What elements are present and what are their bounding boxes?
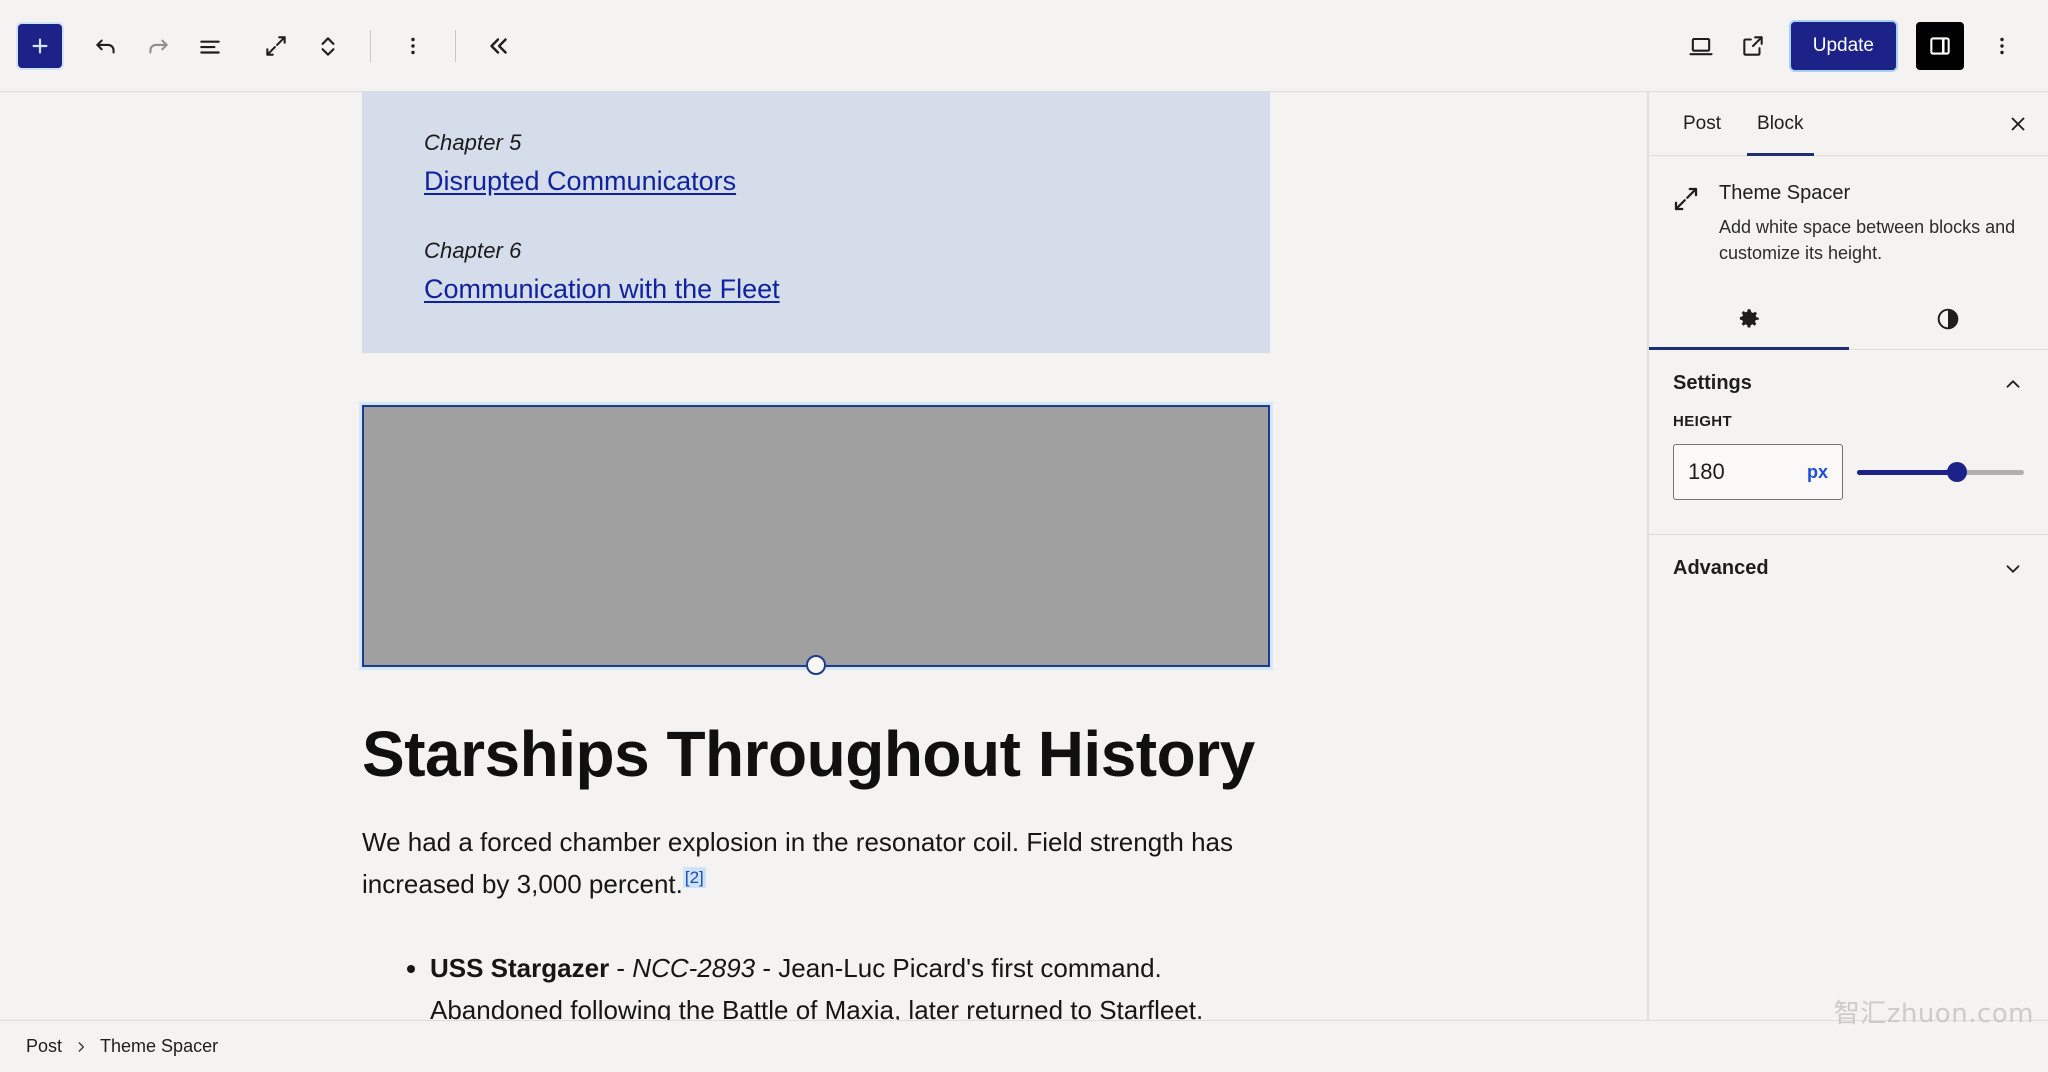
block-info-card: Theme Spacer Add white space between blo…: [1649, 156, 2048, 288]
editor-footer: Post Theme Spacer: [0, 1020, 2048, 1072]
list-item-sep: -: [609, 952, 633, 983]
breadcrumb-separator: [70, 1040, 92, 1054]
plus-icon: [32, 37, 48, 54]
chevron-up-icon: [2006, 379, 2020, 388]
diagonal-arrows-icon: [266, 35, 286, 56]
spacer-resize-handle[interactable]: [806, 655, 826, 675]
post-content-column: Chapter 5 Disrupted Communicators Chapte…: [359, 92, 1273, 1020]
tab-styles[interactable]: [1849, 288, 2048, 349]
list-item-designation: NCC-2893: [632, 952, 756, 983]
editor-canvas[interactable]: Chapter 5 Disrupted Communicators Chapte…: [0, 92, 1647, 1020]
toolbar-right-group: Update: [1677, 21, 2026, 70]
undo-button[interactable]: [82, 22, 130, 70]
table-of-contents-block[interactable]: Chapter 5 Disrupted Communicators Chapte…: [362, 92, 1270, 353]
tab-settings[interactable]: [1649, 288, 1849, 351]
block-editor-app: Update Chapter 5 Disrupted Communicators…: [0, 0, 2048, 1072]
toc-link[interactable]: Disrupted Communicators: [424, 161, 736, 202]
theme-spacer-icon: [1671, 184, 1701, 214]
height-field-label: HEIGHT: [1673, 413, 1733, 431]
preview-device-button[interactable]: [1677, 22, 1725, 70]
editor-body: Chapter 5 Disrupted Communicators Chapte…: [0, 92, 2048, 1020]
height-input-value: 180: [1688, 459, 1725, 485]
toolbar-divider-2: [455, 29, 456, 62]
height-slider[interactable]: [1857, 459, 2024, 485]
toc-entry: Chapter 5 Disrupted Communicators: [424, 126, 1208, 202]
settings-panel-header[interactable]: Settings: [1649, 350, 2048, 413]
block-info-text: Theme Spacer Add white space between blo…: [1719, 182, 2019, 266]
list-view-button[interactable]: [186, 22, 234, 70]
height-unit-select[interactable]: px: [1807, 462, 1828, 483]
advanced-panel-title: Advanced: [1673, 557, 1769, 580]
close-sidebar-button[interactable]: [1996, 102, 2040, 146]
vertical-dots-icon: [2000, 37, 2004, 54]
slider-fill: [1857, 469, 1958, 475]
close-x-icon: [2011, 117, 2025, 130]
sidebar-panel-icon: [1930, 36, 1950, 55]
update-button[interactable]: Update: [1790, 21, 1896, 70]
view-post-button[interactable]: [1729, 22, 1777, 70]
toc-spacer: [424, 202, 1208, 234]
add-block-button[interactable]: [18, 23, 62, 68]
diagonal-arrows-icon: [1674, 187, 1698, 211]
gear-icon: [1739, 308, 1759, 328]
slider-thumb[interactable]: [1947, 462, 1968, 483]
list-item-title: USS Stargazer: [430, 952, 610, 983]
block-description: Add white space between blocks and custo…: [1719, 217, 2016, 263]
editor-canvas-wrapper: Chapter 5 Disrupted Communicators Chapte…: [0, 92, 1648, 1020]
redo-arrow-icon: [149, 39, 168, 54]
advanced-panel: Advanced: [1649, 535, 2048, 598]
chevron-up-down-icon: [321, 36, 335, 56]
move-block-updown-button[interactable]: [304, 22, 352, 70]
desktop-device-icon: [1689, 37, 1713, 55]
toolbar-left-group: [14, 22, 522, 70]
paragraph-text: We had a forced chamber explosion in the…: [362, 826, 1233, 899]
collapse-toolbar-button[interactable]: [474, 22, 522, 70]
editor-more-options-button[interactable]: [1978, 22, 2026, 70]
block-title: Theme Spacer: [1719, 182, 1851, 204]
external-link-icon: [1743, 35, 1763, 56]
toc-entry: Chapter 6 Communication with the Fleet: [424, 234, 1208, 310]
toolbar-divider-1: [370, 29, 371, 62]
tab-block[interactable]: Block: [1739, 92, 1821, 156]
contrast-half-circle-icon: [1937, 308, 1959, 329]
expand-block-button[interactable]: [252, 22, 300, 70]
undo-arrow-icon: [96, 39, 115, 54]
page-title[interactable]: Starships Throughout History: [362, 718, 1270, 791]
toc-link[interactable]: Communication with the Fleet: [424, 269, 780, 310]
block-options-button[interactable]: [389, 22, 437, 70]
sidebar-tab-bar: Post Block: [1649, 92, 2048, 156]
footnote-reference[interactable]: [2]: [682, 867, 706, 889]
breadcrumb-theme-spacer[interactable]: Theme Spacer: [92, 1032, 226, 1061]
vertical-dots-icon: [411, 37, 415, 54]
breadcrumb-post[interactable]: Post: [18, 1032, 70, 1061]
double-chevron-left-icon: [490, 37, 507, 54]
list-item[interactable]: USS Stargazer - NCC-2893 - Jean-Luc Pica…: [430, 947, 1270, 1020]
settings-panel: Settings HEIGHT 180 px: [1649, 350, 2048, 524]
settings-panel-title: Settings: [1673, 372, 1752, 395]
sidebar-icon-tab-bar: [1649, 288, 2048, 351]
toggle-settings-sidebar-button[interactable]: [1916, 21, 1964, 70]
document-outline-icon: [200, 40, 220, 54]
editor-top-toolbar: Update: [0, 0, 2048, 92]
list-item-sep: -: [755, 952, 779, 983]
settings-sidebar: Post Block Theme Spacer Add white space …: [1648, 92, 2048, 1020]
starship-list[interactable]: USS Stargazer - NCC-2893 - Jean-Luc Pica…: [362, 947, 1270, 1020]
chevron-down-icon: [2006, 564, 2020, 573]
height-control-row: 180 px: [1673, 444, 2024, 501]
post-paragraph[interactable]: We had a forced chamber explosion in the…: [362, 821, 1270, 905]
chevron-right-icon: [78, 1041, 85, 1052]
height-input[interactable]: 180 px: [1673, 444, 1843, 501]
toc-chapter-label: Chapter 5: [424, 130, 522, 155]
tab-post[interactable]: Post: [1665, 92, 1739, 155]
toc-chapter-label: Chapter 6: [424, 237, 522, 263]
advanced-panel-header[interactable]: Advanced: [1649, 535, 2048, 598]
theme-spacer-block-selected[interactable]: [359, 402, 1273, 675]
redo-button[interactable]: [134, 22, 182, 70]
settings-panel-body: HEIGHT 180 px: [1649, 413, 2048, 524]
